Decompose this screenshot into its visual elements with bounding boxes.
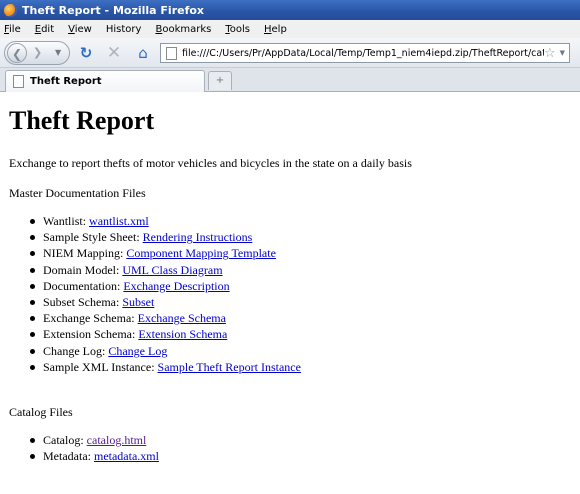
menu-view[interactable]: View (68, 24, 92, 35)
menu-edit[interactable]: Edit (35, 24, 54, 35)
section-heading-master: Master Documentation Files (9, 186, 146, 200)
list-item: Documentation: Exchange Description (29, 279, 301, 295)
link-exchange-schema[interactable]: Exchange Schema (138, 311, 226, 325)
forward-arrow-icon[interactable]: ❯ (33, 45, 42, 61)
list-item: Change Log: Change Log (29, 344, 301, 360)
tab-label: Theft Report (30, 76, 102, 87)
link-exchange-description[interactable]: Exchange Description (123, 279, 229, 293)
list-item: Sample Style Sheet: Rendering Instructio… (29, 230, 301, 246)
menu-help[interactable]: Help (264, 24, 287, 35)
tab-theft-report[interactable]: Theft Report (5, 70, 205, 92)
new-tab-button[interactable]: + (208, 71, 232, 90)
tab-strip: Theft Report + (0, 68, 580, 92)
list-item: Exchange Schema: Exchange Schema (29, 311, 301, 327)
link-rendering-instructions[interactable]: Rendering Instructions (143, 230, 253, 244)
menu-bookmarks[interactable]: Bookmarks (155, 24, 211, 35)
menu-history[interactable]: History (106, 24, 142, 35)
url-bar[interactable]: file:///C:/Users/Pr/AppData/Local/Temp/T… (160, 43, 570, 63)
page-title: Theft Report (9, 106, 155, 135)
list-item: Metadata: metadata.xml (29, 449, 159, 465)
list-item: NIEM Mapping: Component Mapping Template (29, 246, 301, 262)
link-catalog[interactable]: catalog.html (87, 433, 147, 447)
page-icon (13, 75, 24, 88)
window-title: Theft Report - Mozilla Firefox (22, 3, 205, 17)
section-heading-catalog: Catalog Files (9, 405, 73, 419)
window-titlebar: Theft Report - Mozilla Firefox (0, 0, 580, 20)
star-icon[interactable]: ☆ (544, 46, 556, 61)
reload-icon[interactable]: ↻ (76, 43, 96, 63)
link-change-log[interactable]: Change Log (108, 344, 167, 358)
link-metadata[interactable]: metadata.xml (94, 449, 159, 463)
page-content: Theft Report Exchange to report thefts o… (0, 92, 580, 494)
page-icon (166, 46, 177, 60)
history-dropdown-icon[interactable]: ▼ (55, 46, 61, 60)
list-item: Catalog: catalog.html (29, 433, 159, 449)
master-files-list: Wantlist: wantlist.xml Sample Style Shee… (29, 214, 301, 376)
menu-tools[interactable]: Tools (225, 24, 250, 35)
menu-bar: File Edit View History Bookmarks Tools H… (0, 20, 580, 38)
navigation-toolbar: ❮ ❯ ▼ ↻ ✕ ⌂ file:///C:/Users/Pr/AppData/… (0, 38, 580, 68)
home-icon[interactable]: ⌂ (133, 43, 153, 63)
url-text[interactable]: file:///C:/Users/Pr/AppData/Local/Temp/T… (182, 48, 544, 59)
list-item: Subset Schema: Subset (29, 295, 301, 311)
url-dropdown-icon[interactable]: ▼ (560, 49, 565, 57)
menu-file[interactable]: File (4, 24, 21, 35)
link-wantlist[interactable]: wantlist.xml (89, 214, 149, 228)
stop-icon[interactable]: ✕ (104, 43, 124, 63)
link-component-mapping-template[interactable]: Component Mapping Template (126, 246, 276, 260)
link-sample-theft-report-instance[interactable]: Sample Theft Report Instance (158, 360, 301, 374)
back-forward-group: ❮ ❯ ▼ (4, 41, 70, 65)
back-arrow-icon[interactable]: ❮ (7, 43, 27, 63)
link-uml-class-diagram[interactable]: UML Class Diagram (122, 263, 222, 277)
list-item: Wantlist: wantlist.xml (29, 214, 301, 230)
list-item: Sample XML Instance: Sample Theft Report… (29, 360, 301, 376)
catalog-files-list: Catalog: catalog.html Metadata: metadata… (29, 433, 159, 465)
firefox-logo-icon (4, 3, 17, 17)
list-item: Domain Model: UML Class Diagram (29, 263, 301, 279)
link-subset[interactable]: Subset (122, 295, 154, 309)
list-item: Extension Schema: Extension Schema (29, 327, 301, 343)
page-description: Exchange to report thefts of motor vehic… (9, 156, 412, 170)
link-extension-schema[interactable]: Extension Schema (138, 327, 227, 341)
